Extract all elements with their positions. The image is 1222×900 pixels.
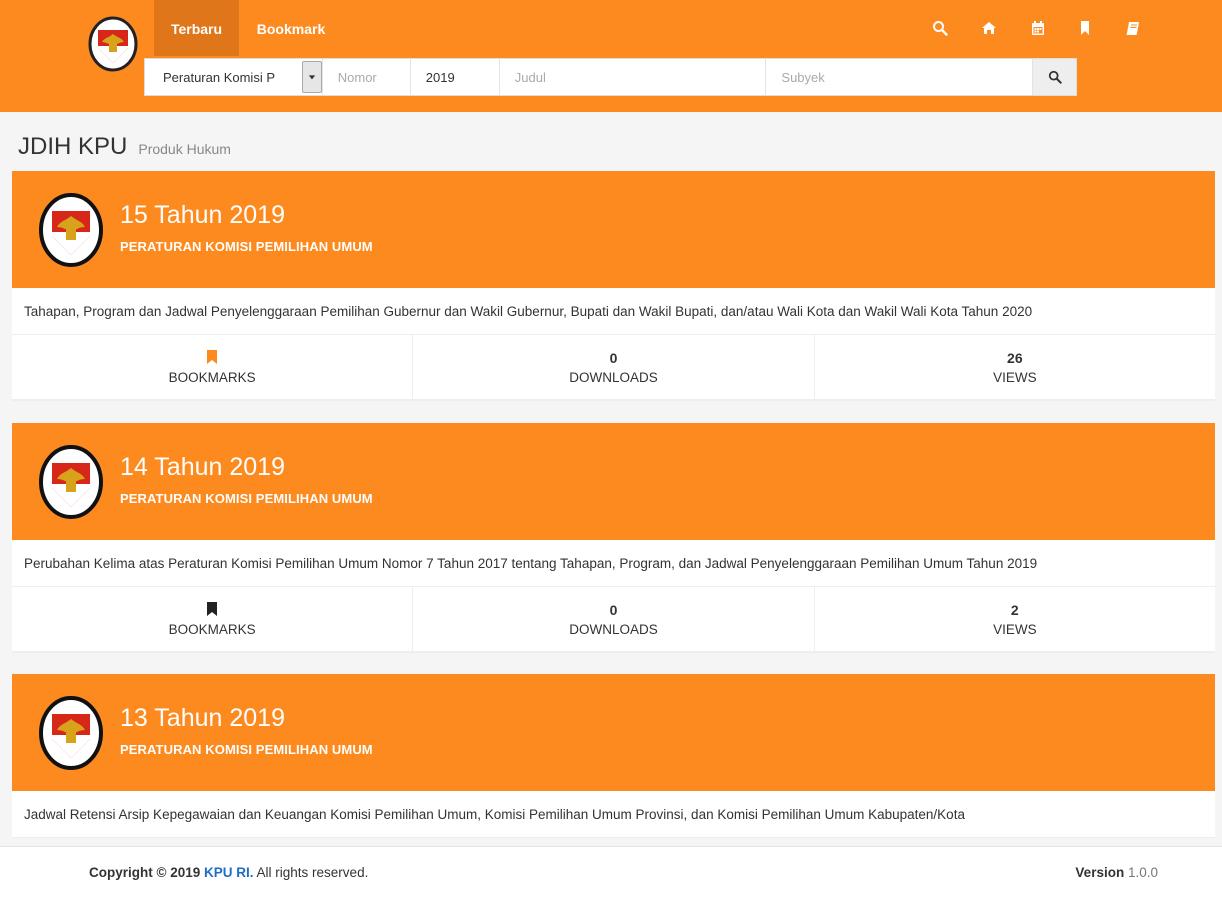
caret-down-icon[interactable] — [301, 61, 322, 93]
document-title[interactable]: 14 Tahun 2019 — [120, 453, 285, 482]
home-icon[interactable] — [977, 16, 1001, 40]
bookmark-icon[interactable] — [206, 601, 218, 616]
page-title: JDIH KPU — [18, 133, 128, 160]
document-description[interactable]: Tahapan, Program dan Jadwal Penyelenggar… — [12, 288, 1215, 335]
document-title[interactable]: 13 Tahun 2019 — [120, 704, 285, 733]
nomor-input[interactable] — [322, 59, 411, 95]
downloads-count: 0 — [609, 602, 618, 618]
document-card[interactable]: 14 Tahun 2019 PERATURAN KOMISI PEMILIHAN… — [12, 423, 1215, 653]
bookmark-icon[interactable] — [1073, 16, 1097, 40]
document-card[interactable]: 13 Tahun 2019 PERATURAN KOMISI PEMILIHAN… — [12, 674, 1215, 838]
document-description[interactable]: Perubahan Kelima atas Peraturan Komisi P… — [12, 540, 1215, 587]
views-count: 2 — [1010, 602, 1019, 618]
views-label: VIEWS — [993, 622, 1037, 637]
book-icon[interactable] — [1121, 16, 1145, 40]
document-description[interactable]: Jadwal Retensi Arsip Kepegawaian dan Keu… — [12, 791, 1215, 838]
version-info: Version 1.0.0 — [1075, 865, 1158, 880]
document-type-value: Peraturan Komisi P — [163, 69, 275, 85]
judul-input[interactable] — [499, 59, 767, 95]
document-stats: BOOKMARKS 0 DOWNLOADS 2 VIEWS — [12, 587, 1215, 653]
search-bar: Peraturan Komisi P — [144, 58, 1077, 96]
subyek-input[interactable] — [766, 59, 1034, 95]
card-header[interactable]: 15 Tahun 2019 PERATURAN KOMISI PEMILIHAN… — [12, 171, 1215, 288]
tahun-input[interactable] — [410, 59, 500, 95]
version-value: 1.0.0 — [1127, 865, 1158, 880]
views-stat: 26 VIEWS — [815, 335, 1215, 399]
document-category: PERATURAN KOMISI PEMILIHAN UMUM — [120, 239, 373, 254]
page-subtitle: Produk Hukum — [138, 141, 231, 157]
downloads-count: 0 — [609, 350, 618, 366]
tab-terbaru[interactable]: Terbaru — [154, 0, 239, 56]
search-icon[interactable] — [928, 16, 952, 40]
copyright-prefix: Copyright © 2019 — [89, 865, 201, 880]
rights-text: All rights reserved. — [256, 865, 369, 880]
page-heading: JDIH KPU Produk Hukum — [18, 133, 231, 161]
kpu-logo — [39, 193, 103, 267]
bookmarks-label: BOOKMARKS — [168, 369, 256, 385]
kpu-logo[interactable] — [88, 16, 138, 72]
search-button[interactable] — [1033, 59, 1076, 95]
bookmarks-label: BOOKMARKS — [168, 621, 256, 637]
kpu-logo — [39, 696, 103, 770]
document-card[interactable]: 15 Tahun 2019 PERATURAN KOMISI PEMILIHAN… — [12, 171, 1215, 401]
bookmarks-stat[interactable]: BOOKMARKS — [12, 335, 414, 399]
footer: Copyright © 2019 KPU RI. All rights rese… — [0, 846, 1222, 900]
bookmark-icon[interactable] — [206, 349, 218, 364]
document-stats: BOOKMARKS 0 DOWNLOADS 26 VIEWS — [12, 335, 1215, 401]
copyright-text: Copyright © 2019 KPU RI. All rights rese… — [89, 865, 368, 880]
calendar-icon[interactable] — [1026, 16, 1050, 40]
card-header[interactable]: 14 Tahun 2019 PERATURAN KOMISI PEMILIHAN… — [12, 423, 1215, 540]
downloads-stat: 0 DOWNLOADS — [413, 335, 815, 399]
top-header: Terbaru Bookmark Peraturan Komisi P — [0, 0, 1222, 112]
card-header[interactable]: 13 Tahun 2019 PERATURAN KOMISI PEMILIHAN… — [12, 674, 1215, 791]
document-title[interactable]: 15 Tahun 2019 — [120, 201, 285, 230]
downloads-label: DOWNLOADS — [569, 370, 658, 385]
bookmarks-stat[interactable]: BOOKMARKS — [12, 587, 414, 651]
version-label: Version — [1075, 865, 1125, 880]
downloads-stat: 0 DOWNLOADS — [413, 587, 815, 651]
document-category: PERATURAN KOMISI PEMILIHAN UMUM — [120, 742, 373, 757]
search-icon — [1048, 70, 1062, 84]
views-count: 26 — [1007, 350, 1023, 366]
kpu-logo — [39, 445, 103, 519]
document-category: PERATURAN KOMISI PEMILIHAN UMUM — [120, 491, 373, 506]
kpu-ri-link[interactable]: KPU RI. — [204, 865, 254, 880]
views-stat: 2 VIEWS — [815, 587, 1215, 651]
views-label: VIEWS — [993, 370, 1037, 385]
tab-bookmark[interactable]: Bookmark — [244, 0, 338, 56]
document-type-select[interactable]: Peraturan Komisi P — [145, 59, 323, 95]
downloads-label: DOWNLOADS — [569, 622, 658, 637]
